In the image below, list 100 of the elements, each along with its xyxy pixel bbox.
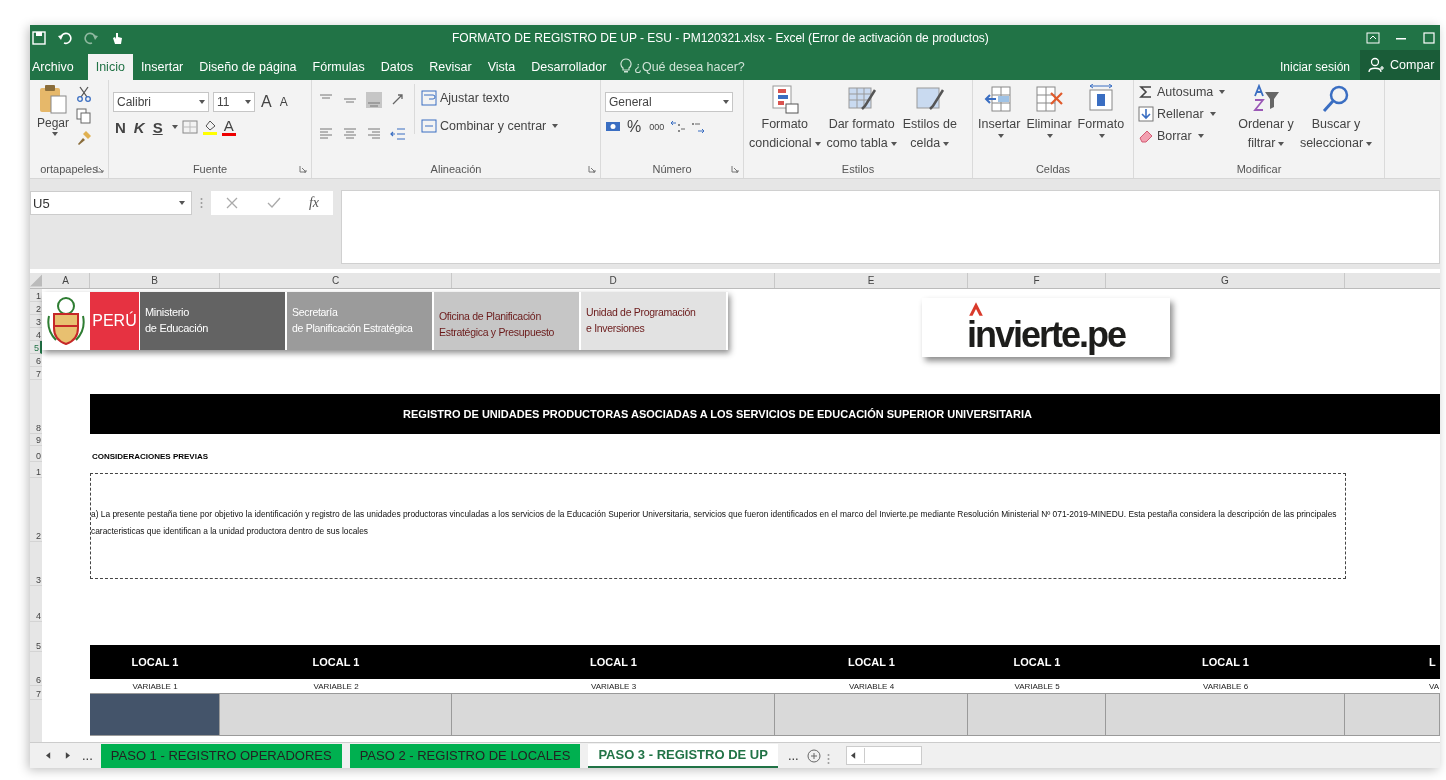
styles-button[interactable]: Dar formato como tabla xyxy=(825,84,898,152)
ribbon-tab[interactable]: Fórmulas xyxy=(304,54,373,80)
percent-button[interactable]: % xyxy=(625,118,644,136)
close-icon[interactable] xyxy=(224,196,239,210)
styles-button[interactable]: Formato condicional xyxy=(748,84,822,152)
align-right-icon[interactable] xyxy=(366,126,382,142)
table-cell[interactable] xyxy=(775,694,968,736)
editing-button[interactable]: Borrar xyxy=(1138,128,1226,144)
ribbon-tab[interactable]: Inicio xyxy=(87,54,133,80)
column-header[interactable]: A xyxy=(42,273,90,288)
table-cell[interactable] xyxy=(452,694,775,736)
number-format-field[interactable]: General xyxy=(605,92,733,112)
ribbon-tab[interactable]: Archivo xyxy=(30,54,82,80)
row-header[interactable]: 9 xyxy=(30,434,42,446)
table-cell[interactable] xyxy=(968,694,1106,736)
table-cell[interactable] xyxy=(90,694,220,736)
editing-button[interactable]: Autosuma xyxy=(1138,84,1226,100)
sign-in-link[interactable]: Iniciar sesión xyxy=(1279,54,1350,80)
table-cell[interactable] xyxy=(1106,694,1345,736)
scissors-icon[interactable] xyxy=(76,86,92,102)
column-header[interactable]: B xyxy=(90,273,220,288)
ribbon-tab[interactable]: Revisar xyxy=(421,54,480,80)
touch-mode-icon[interactable] xyxy=(110,30,124,45)
dialog-launcher-icon[interactable] xyxy=(96,165,104,173)
fill-color-icon[interactable] xyxy=(201,119,218,135)
resize-grip-icon[interactable] xyxy=(200,197,203,209)
ribbon-tab[interactable]: Datos xyxy=(372,54,422,80)
copy-icon[interactable] xyxy=(76,108,92,124)
ribbon-tab[interactable]: Desarrollador xyxy=(523,54,615,80)
dialog-launcher-icon[interactable] xyxy=(588,165,596,173)
scroll-left-icon[interactable] xyxy=(850,752,856,759)
more-sheets-button[interactable]: ... xyxy=(785,748,801,763)
add-sheet-icon[interactable] xyxy=(806,748,821,763)
row-header[interactable]: 4 xyxy=(30,586,42,622)
save-icon[interactable] xyxy=(32,30,46,45)
cells-button[interactable]: Eliminar xyxy=(1025,84,1073,138)
row-header[interactable]: 0 xyxy=(30,446,42,462)
align-left-icon[interactable] xyxy=(318,126,334,142)
shrink-font-button[interactable]: A xyxy=(277,95,290,109)
paste-button[interactable]: Pegar xyxy=(34,84,72,136)
thousands-button[interactable]: 000 xyxy=(647,122,667,132)
ribbon-tab[interactable]: Vista xyxy=(479,54,524,80)
sheet-tab[interactable]: PASO 3 - REGISTRO DE UP xyxy=(588,743,778,768)
formula-input[interactable] xyxy=(341,190,1440,264)
share-button[interactable]: Compar xyxy=(1360,50,1440,80)
name-box[interactable]: U5 xyxy=(30,191,192,215)
table-cell[interactable] xyxy=(1345,694,1440,736)
grow-font-button[interactable]: A xyxy=(259,93,274,111)
wrap-text-button[interactable]: Ajustar texto xyxy=(421,90,559,106)
insert-function-button[interactable]: fx xyxy=(308,195,319,211)
editing-button[interactable]: Rellenar xyxy=(1138,106,1226,122)
redo-icon[interactable] xyxy=(84,30,98,45)
row-header[interactable]: 3 xyxy=(30,542,42,586)
check-icon[interactable] xyxy=(266,196,281,210)
row-header[interactable]: 1 xyxy=(30,462,42,478)
resize-grip-icon[interactable] xyxy=(826,752,830,765)
column-header[interactable]: C xyxy=(220,273,452,288)
styles-button[interactable]: Estilos de celda xyxy=(901,84,958,152)
row-header[interactable]: 6 xyxy=(30,652,42,686)
sheet-tab[interactable]: PASO 2 - REGISTRO DE LOCALES xyxy=(349,743,581,768)
dialog-launcher-icon[interactable] xyxy=(731,165,739,173)
merge-center-button[interactable]: Combinar y centrar xyxy=(421,118,559,134)
row-header[interactable]: 8 xyxy=(30,380,42,434)
indent-icon[interactable] xyxy=(390,126,406,142)
editing-large-button[interactable]: Ordenar y filtrar xyxy=(1237,84,1295,152)
ribbon-tab[interactable]: Diseño de página xyxy=(191,54,305,80)
column-header[interactable]: E xyxy=(775,273,968,288)
align-center-icon[interactable] xyxy=(342,126,358,142)
underline-button[interactable]: S xyxy=(150,118,165,136)
horizontal-scrollbar[interactable] xyxy=(845,746,922,765)
paintbrush-icon[interactable] xyxy=(76,130,92,146)
row-header[interactable]: 2 xyxy=(30,478,42,542)
tell-me-field[interactable]: ¿Qué desea hacer? xyxy=(634,54,835,80)
row-header[interactable]: 7 xyxy=(30,367,42,380)
font-color-button[interactable]: A xyxy=(221,118,236,136)
cells-button[interactable]: Insertar xyxy=(977,84,1022,138)
increase-decimal-icon[interactable] xyxy=(670,119,687,135)
column-header[interactable]: D xyxy=(452,273,775,288)
table-cell[interactable] xyxy=(220,694,452,736)
dialog-launcher-icon[interactable] xyxy=(299,165,307,173)
next-sheet-icon[interactable] xyxy=(65,752,70,759)
align-bottom-icon[interactable] xyxy=(366,92,382,108)
row-header[interactable]: 6 xyxy=(30,354,42,367)
previous-sheet-icon[interactable] xyxy=(46,752,51,759)
font-size-field[interactable]: 11 xyxy=(213,92,255,112)
undo-icon[interactable] xyxy=(58,30,72,45)
row-header[interactable]: 5 xyxy=(30,622,42,652)
ribbon-tab[interactable]: Insertar xyxy=(132,54,192,80)
editing-large-button[interactable]: Buscar y seleccionar xyxy=(1298,84,1374,152)
column-header[interactable]: F xyxy=(968,273,1106,288)
italic-button[interactable]: K xyxy=(131,118,147,136)
sheet-tab[interactable]: PASO 1 - REGISTRO OPERADORES xyxy=(100,743,342,768)
ribbon-display-icon[interactable] xyxy=(1366,30,1380,45)
row-header[interactable]: 7 xyxy=(30,686,42,700)
column-header[interactable]: G xyxy=(1106,273,1345,288)
cells-button[interactable]: Formato xyxy=(1076,84,1126,138)
maximize-icon[interactable] xyxy=(1422,30,1436,45)
more-sheets-button[interactable]: ... xyxy=(80,748,95,763)
bold-button[interactable]: N xyxy=(113,118,128,136)
font-name-field[interactable]: Calibri xyxy=(113,92,209,112)
